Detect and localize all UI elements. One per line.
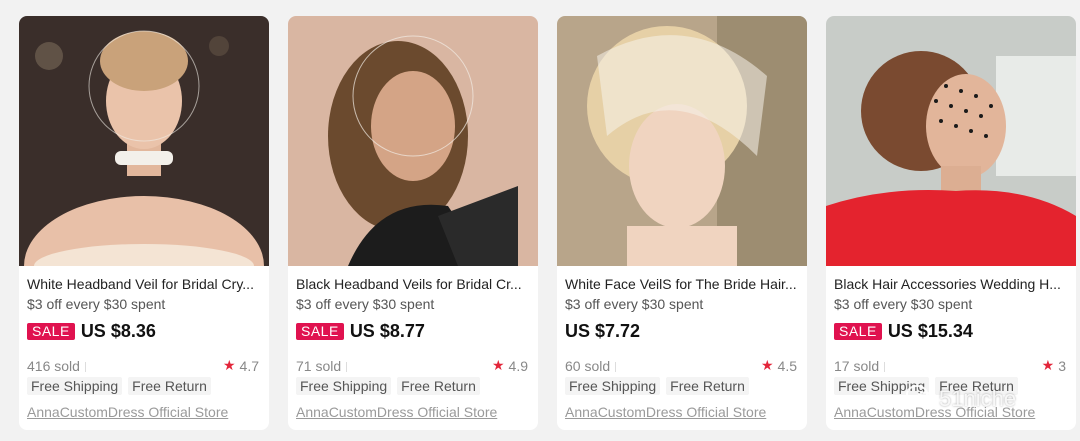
tag-free-return: Free Return: [935, 377, 1018, 395]
meta-row: 416 sold ★ 4.7: [27, 357, 259, 374]
rating: ★ 4.5: [761, 357, 797, 374]
star-icon: ★: [760, 357, 774, 373]
rating-value: 4.5: [777, 357, 797, 374]
sold-count: 416 sold: [27, 358, 86, 374]
product-card[interactable]: Black Hair Accessories Wedding H... $3 o…: [826, 16, 1076, 430]
rating: ★ 4.7: [223, 357, 259, 374]
star-icon: ★: [491, 357, 505, 373]
meta-row: 60 sold ★ 4.5: [565, 357, 797, 374]
meta-row: 71 sold ★ 4.9: [296, 357, 528, 374]
tags: Free Shipping Free Return: [27, 377, 211, 395]
tags: Free Shipping Free Return: [565, 377, 749, 395]
tag-free-return: Free Return: [128, 377, 211, 395]
price: US $8.36: [80, 321, 156, 341]
meta-row: 17 sold ★ 3: [834, 357, 1066, 374]
price-row: SALE US $15.34: [834, 321, 973, 342]
store-link[interactable]: AnnaCustomDress Official Store: [296, 404, 497, 420]
product-title[interactable]: Black Hair Accessories Wedding H...: [834, 275, 1068, 293]
rating-value: 3: [1058, 357, 1066, 374]
store-link[interactable]: AnnaCustomDress Official Store: [565, 404, 766, 420]
tag-free-shipping: Free Shipping: [834, 377, 930, 395]
product-title[interactable]: White Headband Veil for Bridal Cry...: [27, 275, 261, 293]
tag-free-return: Free Return: [397, 377, 480, 395]
tags: Free Shipping Free Return: [834, 377, 1018, 395]
tag-free-return: Free Return: [666, 377, 749, 395]
store-link[interactable]: AnnaCustomDress Official Store: [834, 404, 1035, 420]
price-row: SALE US $8.36: [27, 321, 156, 342]
product-title[interactable]: White Face VeilS for The Bride Hair...: [565, 275, 799, 293]
rating-value: 4.7: [239, 357, 259, 374]
rating: ★ 3: [1042, 357, 1066, 374]
product-image[interactable]: [288, 16, 538, 266]
sold-count: 17 sold: [834, 358, 885, 374]
tags: Free Shipping Free Return: [296, 377, 480, 395]
rating: ★ 4.9: [492, 357, 528, 374]
store-link[interactable]: AnnaCustomDress Official Store: [27, 404, 228, 420]
tag-free-shipping: Free Shipping: [27, 377, 123, 395]
product-card[interactable]: White Face VeilS for The Bride Hair... $…: [557, 16, 807, 430]
price-row: US $7.72: [565, 321, 640, 342]
sold-count: 60 sold: [565, 358, 616, 374]
sale-badge: SALE: [27, 323, 75, 340]
promo-text: $3 off every $30 spent: [27, 296, 166, 312]
promo-text: $3 off every $30 spent: [834, 296, 973, 312]
star-icon: ★: [1041, 357, 1055, 373]
product-card[interactable]: Black Headband Veils for Bridal Cr... $3…: [288, 16, 538, 430]
sale-badge: SALE: [296, 323, 344, 340]
rating-value: 4.9: [508, 357, 528, 374]
promo-text: $3 off every $30 spent: [296, 296, 435, 312]
price: US $7.72: [565, 321, 641, 341]
price: US $8.77: [349, 321, 425, 341]
product-image[interactable]: [557, 16, 807, 266]
product-image[interactable]: [19, 16, 269, 266]
star-icon: ★: [222, 357, 236, 373]
product-title[interactable]: Black Headband Veils for Bridal Cr...: [296, 275, 530, 293]
tag-free-shipping: Free Shipping: [565, 377, 661, 395]
product-image[interactable]: [826, 16, 1076, 266]
tag-free-shipping: Free Shipping: [296, 377, 392, 395]
promo-text: $3 off every $30 spent: [565, 296, 704, 312]
sale-badge: SALE: [834, 323, 882, 340]
price-row: SALE US $8.77: [296, 321, 425, 342]
price: US $15.34: [887, 321, 973, 341]
product-grid: White Headband Veil for Bridal Cry... $3…: [0, 0, 1080, 441]
product-card[interactable]: White Headband Veil for Bridal Cry... $3…: [19, 16, 269, 430]
sold-count: 71 sold: [296, 358, 347, 374]
